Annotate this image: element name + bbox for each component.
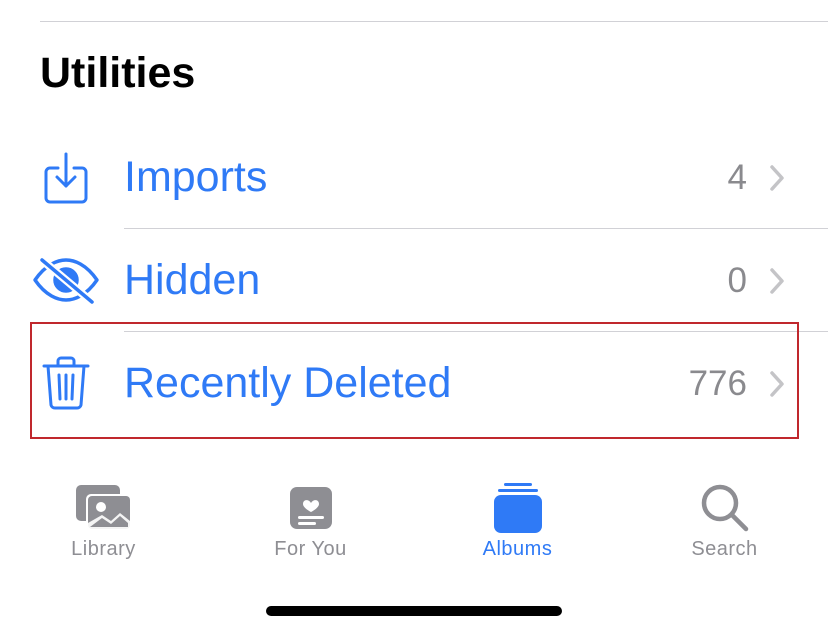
home-indicator[interactable]	[266, 606, 562, 616]
tab-library[interactable]: Library	[0, 470, 207, 570]
tab-search-label: Search	[691, 538, 758, 560]
list-item-imports[interactable]: Imports 4	[0, 126, 828, 229]
recently-deleted-count: 776	[688, 364, 747, 403]
imports-label: Imports	[124, 153, 268, 201]
recently-deleted-label: Recently Deleted	[124, 359, 452, 407]
chevron-right-icon	[766, 266, 788, 296]
import-icon	[30, 144, 102, 210]
tab-albums[interactable]: Albums	[414, 470, 621, 570]
search-icon	[693, 476, 757, 540]
eye-slash-icon	[30, 247, 102, 313]
tab-library-label: Library	[71, 538, 136, 560]
albums-icon	[486, 476, 550, 540]
chevron-right-icon	[766, 369, 788, 399]
trash-icon	[30, 350, 102, 416]
hidden-label: Hidden	[124, 256, 261, 304]
tab-for-you[interactable]: For You	[207, 470, 414, 570]
for-you-icon	[279, 476, 343, 540]
tab-albums-label: Albums	[482, 538, 553, 560]
imports-count: 4	[727, 158, 747, 197]
tab-bar: Library For You Albums Search	[0, 470, 828, 570]
hidden-count: 0	[727, 261, 747, 300]
photo-library-icon	[72, 476, 136, 540]
tab-for-you-label: For You	[274, 538, 347, 560]
tab-search[interactable]: Search	[621, 470, 828, 570]
top-divider	[40, 21, 828, 22]
list-item-hidden[interactable]: Hidden 0	[0, 229, 828, 332]
section-title: Utilities	[40, 49, 196, 97]
list-item-recently-deleted[interactable]: Recently Deleted 776	[0, 332, 828, 435]
chevron-right-icon	[766, 163, 788, 193]
